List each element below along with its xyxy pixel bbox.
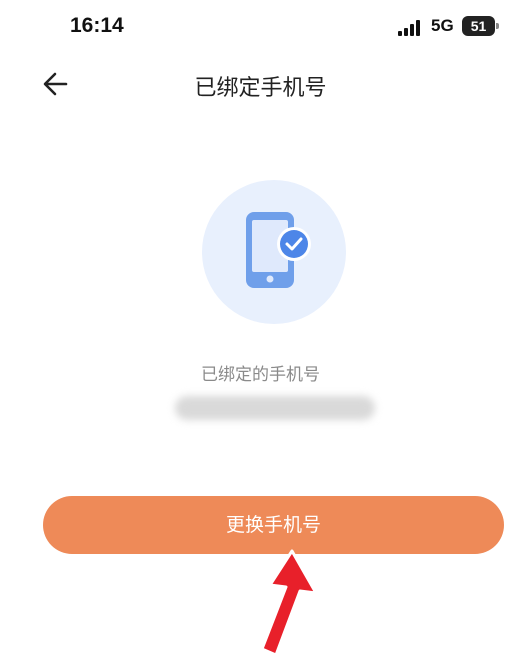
status-time: 16:14 bbox=[70, 14, 124, 37]
network-type: 5G bbox=[431, 16, 454, 35]
page-title: 已绑定手机号 bbox=[194, 76, 327, 101]
bound-phone-label: 已绑定的手机号 bbox=[201, 365, 320, 385]
status-bar: 16:14 5G 51 bbox=[0, 0, 521, 56]
signal-icon bbox=[398, 20, 420, 36]
battery-icon: 51 bbox=[462, 16, 499, 36]
phone-verified-illustration bbox=[202, 180, 346, 324]
phone-check-icon bbox=[246, 212, 311, 288]
phone-number-redacted bbox=[175, 396, 375, 420]
annotation-arrow-icon bbox=[260, 549, 318, 657]
